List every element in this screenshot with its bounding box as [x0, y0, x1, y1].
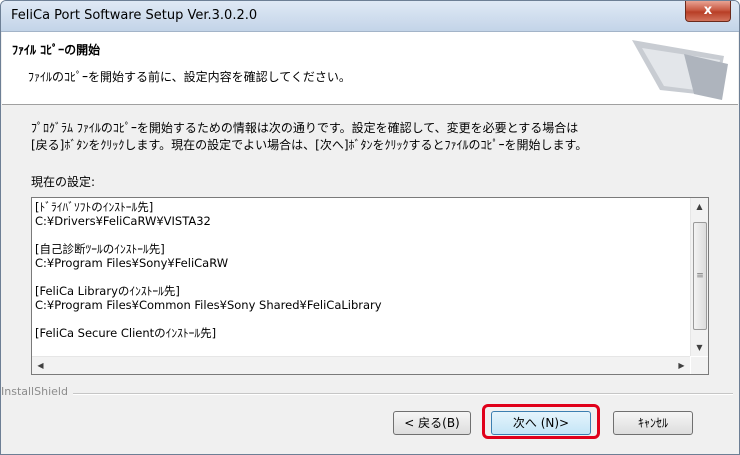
scroll-right-icon[interactable]: ▶ [673, 357, 690, 374]
entry-heading: [ﾄﾞﾗｲﾊﾞｿﾌﾄのｲﾝｽﾄｰﾙ先] [35, 200, 154, 214]
page-subtitle: ﾌｧｲﾙのｺﾋﾟｰを開始する前に、設定内容を確認してください。 [28, 70, 351, 84]
page-title: ﾌｧｲﾙ ｺﾋﾟｰの開始 [12, 43, 101, 57]
scroll-corner [691, 357, 708, 374]
scroll-up-icon[interactable]: ▲ [691, 198, 708, 215]
installshield-label: InstallShield [1, 385, 68, 398]
settings-entry: [ﾄﾞﾗｲﾊﾞｿﾌﾄのｲﾝｽﾄｰﾙ先] C:¥Drivers¥FeliCaRW¥… [35, 200, 684, 228]
scroll-left-icon[interactable]: ◀ [32, 357, 49, 374]
header-graphic-icon [632, 40, 728, 100]
scroll-thumb[interactable]: ≡ [693, 222, 707, 330]
cancel-button[interactable]: ｷｬﾝｾﾙ [613, 411, 693, 435]
entry-path: C:¥Drivers¥FeliCaRW¥VISTA32 [35, 214, 211, 228]
entry-path: C:¥Program Files¥Sony¥FeliCaRW [35, 256, 229, 270]
settings-entry: [自己診断ﾂｰﾙのｲﾝｽﾄｰﾙ先] C:¥Program Files¥Sony¥… [35, 242, 684, 270]
scroll-down-icon[interactable]: ▼ [691, 339, 708, 356]
close-button[interactable]: x [685, 1, 731, 22]
window-title: FeliCa Port Software Setup Ver.3.0.2.0 [11, 8, 258, 23]
footer-divider [73, 393, 733, 395]
settings-entry: [FeliCa Secure Clientのｲﾝｽﾄｰﾙ先] [35, 326, 684, 340]
entry-path: C:¥Program Files¥Common Files¥Sony Share… [35, 298, 382, 312]
settings-textbox[interactable]: [ﾄﾞﾗｲﾊﾞｿﾌﾄのｲﾝｽﾄｰﾙ先] C:¥Drivers¥FeliCaRW¥… [31, 197, 709, 375]
vertical-scrollbar[interactable]: ▲ ≡ ▼ [690, 198, 708, 356]
setup-window: FeliCa Port Software Setup Ver.3.0.2.0 x… [0, 0, 740, 455]
next-button-highlight [482, 404, 600, 439]
back-button[interactable]: < 戻る(B) [393, 411, 471, 435]
scroll-grip-icon: ≡ [696, 271, 704, 281]
settings-entry: [FeliCa Libraryのｲﾝｽﾄｰﾙ先] C:¥Program File… [35, 284, 684, 312]
entry-heading: [FeliCa Secure Clientのｲﾝｽﾄｰﾙ先] [35, 326, 217, 340]
current-settings-label: 現在の設定: [31, 175, 96, 189]
wizard-header: ﾌｧｲﾙ ｺﾋﾟｰの開始 ﾌｧｲﾙのｺﾋﾟｰを開始する前に、設定内容を確認してく… [2, 32, 738, 105]
horizontal-scrollbar[interactable]: ◀ ▶ [32, 356, 690, 374]
close-icon: x [703, 3, 713, 18]
title-bar[interactable]: FeliCa Port Software Setup Ver.3.0.2.0 x [1, 1, 739, 32]
entry-heading: [FeliCa Libraryのｲﾝｽﾄｰﾙ先] [35, 284, 180, 298]
entry-heading: [自己診断ﾂｰﾙのｲﾝｽﾄｰﾙ先] [35, 242, 165, 256]
settings-content: [ﾄﾞﾗｲﾊﾞｿﾌﾄのｲﾝｽﾄｰﾙ先] C:¥Drivers¥FeliCaRW¥… [32, 198, 684, 356]
instructions-line-1: ﾌﾟﾛｸﾞﾗﾑ ﾌｧｲﾙのｺﾋﾟｰを開始するための情報は次の通りです。設定を確認… [31, 121, 579, 135]
instructions-line-2: [戻る]ﾎﾞﾀﾝをｸﾘｯｸします。現在の設定でよい場合は、[次へ]ﾎﾞﾀﾝをｸﾘ… [31, 138, 588, 152]
instructions-text: ﾌﾟﾛｸﾞﾗﾑ ﾌｧｲﾙのｺﾋﾟｰを開始するための情報は次の通りです。設定を確認… [31, 120, 721, 154]
